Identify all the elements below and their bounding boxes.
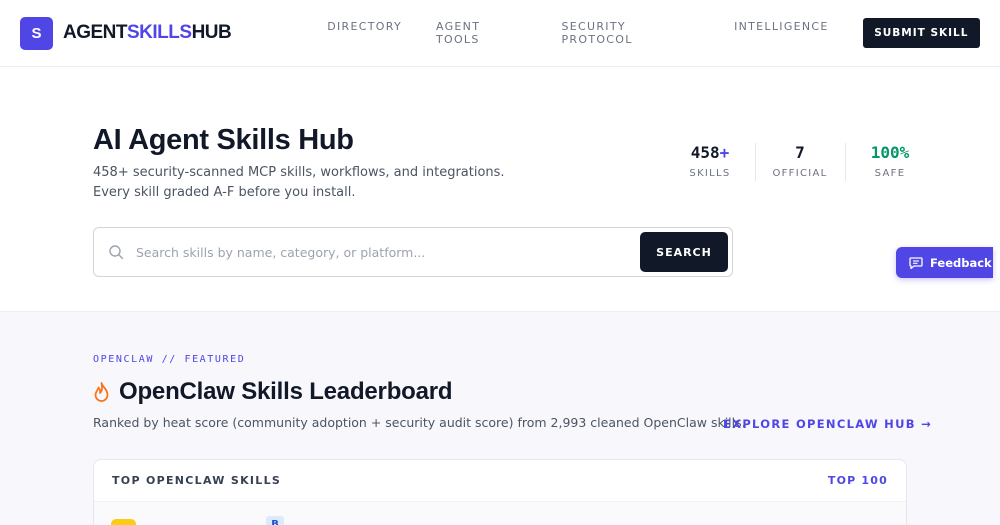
nav-directory[interactable]: DIRECTORY (327, 20, 402, 46)
grade-badge: B (266, 516, 284, 525)
stat-official: 7 OFFICIAL (755, 143, 845, 181)
stat-official-label: OFFICIAL (772, 168, 828, 179)
stat-skills-value: 458+ (690, 143, 730, 162)
feedback-label: Feedback (930, 255, 992, 270)
hero-section: AI Agent Skills Hub 458+ security-scanne… (0, 67, 1000, 311)
flame-icon (94, 381, 109, 402)
stat-safe-label: SAFE (874, 168, 906, 179)
feedback-button[interactable]: Feedback (896, 247, 993, 278)
top-navbar: S AGENTSKILLSHUB DIRECTORY AGENT TOOLS S… (0, 0, 1000, 67)
leaderboard-row[interactable]: B (94, 502, 906, 525)
search-bar: SEARCH (93, 227, 733, 277)
search-input[interactable] (136, 244, 640, 260)
stat-official-value: 7 (795, 143, 805, 162)
leaderboard-card: TOP OPENCLAW SKILLS TOP 100 B (93, 459, 907, 525)
logo-suffix: HUB (191, 22, 232, 43)
top-100-link[interactable]: TOP 100 (828, 474, 888, 487)
section-eyebrow: OPENCLAW // FEATURED (93, 354, 246, 365)
rank-badge (111, 519, 136, 525)
chat-bubble-icon (909, 256, 923, 269)
section-title: OpenClaw Skills Leaderboard (93, 378, 453, 406)
site-logo[interactable]: S AGENTSKILLSHUB (20, 16, 232, 50)
nav-security-protocol[interactable]: SECURITY PROTOCOL (561, 20, 700, 46)
search-button[interactable]: SEARCH (640, 232, 728, 272)
featured-section: OPENCLAW // FEATURED OpenClaw Skills Lea… (0, 311, 1000, 525)
submit-skill-button[interactable]: SUBMIT SKILL (862, 18, 980, 48)
section-title-text: OpenClaw Skills Leaderboard (119, 378, 453, 405)
logo-prefix: AGENT (63, 22, 128, 43)
stat-safe-value: 100% (870, 143, 910, 162)
logo-mark: S (20, 16, 53, 50)
leaderboard-header: TOP OPENCLAW SKILLS TOP 100 (94, 460, 906, 502)
explore-openclaw-link[interactable]: EXPLORE OPENCLAW HUB → (723, 417, 932, 431)
logo-wordmark: AGENTSKILLSHUB (63, 22, 232, 44)
logo-accent: SKILLS (127, 22, 192, 43)
stat-skills: 458+ SKILLS (665, 143, 755, 179)
nav-intelligence[interactable]: INTELLIGENCE (734, 20, 829, 46)
page-subtitle: 458+ security-scanned MCP skills, workfl… (93, 165, 505, 200)
stat-safe: 100% SAFE (845, 143, 935, 181)
search-icon (109, 245, 124, 260)
leaderboard-title: TOP OPENCLAW SKILLS (112, 474, 282, 487)
nav-agent-tools[interactable]: AGENT TOOLS (436, 20, 528, 46)
main-nav: DIRECTORY AGENT TOOLS SECURITY PROTOCOL … (327, 20, 862, 46)
stat-skills-label: SKILLS (689, 168, 731, 179)
stats-panel: 458+ SKILLS 7 OFFICIAL 100% SAFE (665, 143, 935, 181)
page-title: AI Agent Skills Hub (93, 124, 354, 156)
section-description: Ranked by heat score (community adoption… (93, 415, 746, 430)
